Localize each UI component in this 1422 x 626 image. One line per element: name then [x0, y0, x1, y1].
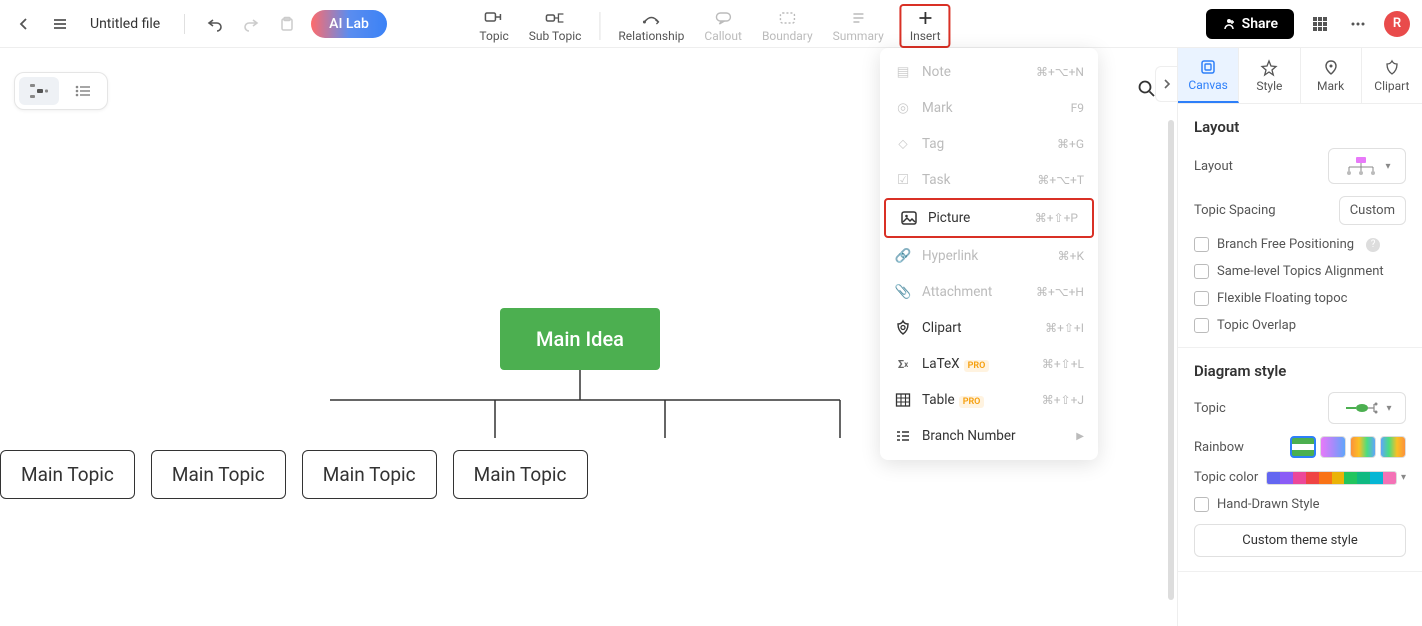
rainbow-swatch[interactable]	[1380, 436, 1406, 458]
insert-menu: ▤Note⌘+⌥+N ◎MarkF9 ⬦Tag⌘+G ☑Task⌘+⌥+T Pi…	[880, 48, 1098, 460]
chk-bfp[interactable]: Branch Free Positioning?	[1194, 237, 1406, 252]
share-button[interactable]: Share	[1206, 9, 1294, 39]
paste-icon[interactable]	[275, 12, 299, 36]
custom-theme-button[interactable]: Custom theme style	[1194, 524, 1406, 557]
ai-lab-button[interactable]: AI Lab	[311, 10, 387, 38]
topbar-left: Untitled file AI Lab	[12, 10, 387, 38]
table-icon	[894, 391, 912, 409]
menu-item-hyperlink: 🔗Hyperlink⌘+K	[880, 238, 1098, 274]
undo-icon[interactable]	[203, 12, 227, 36]
branch-icon	[894, 427, 912, 445]
latex-icon: Σx	[894, 355, 912, 373]
menu-item-branch[interactable]: Branch Number▶	[880, 418, 1098, 454]
menu-icon[interactable]	[48, 12, 72, 36]
tab-clipart[interactable]: Clipart	[1362, 48, 1422, 103]
chk-sla[interactable]: Same-level Topics Alignment	[1194, 264, 1406, 279]
menu-item-picture[interactable]: Picture⌘+⇧+P	[884, 198, 1094, 238]
menu-item-latex[interactable]: ΣxLaTeXPRO⌘+⇧+L	[880, 346, 1098, 382]
toolbar-tools: Topic Sub Topic Relationship Callout Bou…	[471, 0, 950, 48]
grid-icon[interactable]	[1308, 12, 1332, 36]
note-icon: ▤	[894, 63, 912, 81]
tool-subtopic[interactable]: Sub Topic	[521, 4, 590, 48]
chk-fft[interactable]: Flexible Floating topoc	[1194, 291, 1406, 306]
mindmap: Main Idea Main Topic Main Topic Main Top…	[250, 308, 660, 499]
tool-boundary: Boundary	[754, 4, 821, 48]
topic-node[interactable]: Main Topic	[453, 450, 588, 499]
topic-node[interactable]: Main Topic	[0, 450, 135, 499]
rainbow-swatch[interactable]	[1320, 436, 1346, 458]
divider	[184, 14, 185, 34]
tool-insert[interactable]: Insert	[900, 4, 951, 48]
info-icon[interactable]: ?	[1366, 238, 1380, 252]
tool-topic[interactable]: Topic	[471, 4, 516, 48]
clipart-icon	[894, 319, 912, 337]
filename[interactable]: Untitled file	[90, 16, 160, 32]
menu-item-table[interactable]: TablePRO⌘+⇧+J	[880, 382, 1098, 418]
chk-to[interactable]: Topic Overlap	[1194, 318, 1406, 333]
redo-icon[interactable]	[239, 12, 263, 36]
menu-item-tag: ⬦Tag⌘+G	[880, 126, 1098, 162]
rainbow-swatch[interactable]	[1290, 436, 1316, 458]
main-idea-node[interactable]: Main Idea	[500, 308, 660, 370]
menu-item-note: ▤Note⌘+⌥+N	[880, 54, 1098, 90]
attachment-icon: 📎	[894, 283, 912, 301]
chk-handdrawn[interactable]: Hand-Drawn Style	[1194, 497, 1406, 512]
sidebar: Canvas Style Mark Clipart Layout Layout▾…	[1177, 48, 1422, 626]
topic-node[interactable]: Main Topic	[302, 450, 437, 499]
tag-icon: ⬦	[894, 135, 912, 153]
rainbow-swatches	[1290, 436, 1406, 458]
rainbow-swatch[interactable]	[1350, 436, 1376, 458]
topbar: Untitled file AI Lab Topic Sub Topic Rel…	[0, 0, 1422, 48]
topic-style-select[interactable]: ▾	[1328, 392, 1406, 424]
tool-summary: Summary	[825, 4, 892, 48]
scrollbar[interactable]	[1168, 120, 1174, 600]
topic-node[interactable]: Main Topic	[151, 450, 286, 499]
picture-icon	[900, 209, 918, 227]
menu-item-task: ☑Task⌘+⌥+T	[880, 162, 1098, 198]
tab-mark[interactable]: Mark	[1301, 48, 1362, 103]
tool-relationship[interactable]: Relationship	[610, 4, 692, 48]
section-diagram-style: Diagram style Topic▾ Rainbow Topic color…	[1178, 348, 1422, 572]
mark-icon: ◎	[894, 99, 912, 117]
tool-callout: Callout	[696, 4, 750, 48]
topbar-right: Share R	[1206, 9, 1410, 39]
menu-item-attachment: 📎Attachment⌘+⌥+H	[880, 274, 1098, 310]
back-icon[interactable]	[12, 12, 36, 36]
avatar[interactable]: R	[1384, 11, 1410, 37]
link-icon: 🔗	[894, 247, 912, 265]
task-icon: ☑	[894, 171, 912, 189]
tab-canvas[interactable]: Canvas	[1178, 48, 1239, 103]
layout-select[interactable]: ▾	[1328, 148, 1406, 184]
section-layout: Layout Layout▾ Topic SpacingCustom Branc…	[1178, 104, 1422, 348]
more-icon[interactable]	[1346, 12, 1370, 36]
sidebar-collapse-icon[interactable]	[1155, 66, 1177, 102]
spacing-select[interactable]: Custom	[1339, 196, 1406, 225]
sidebar-tabs: Canvas Style Mark Clipart	[1178, 48, 1422, 104]
menu-item-clipart[interactable]: Clipart⌘+⇧+I	[880, 310, 1098, 346]
tab-style[interactable]: Style	[1239, 48, 1300, 103]
topic-color-palette[interactable]	[1266, 471, 1397, 485]
menu-item-mark: ◎MarkF9	[880, 90, 1098, 126]
